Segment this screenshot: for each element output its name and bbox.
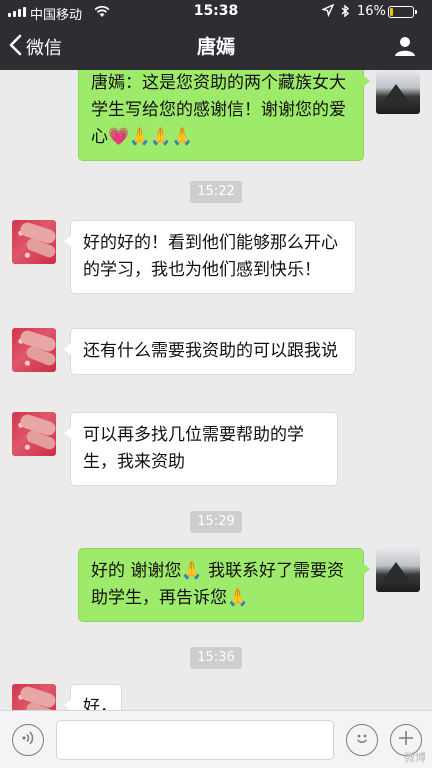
- plus-icon: [397, 729, 415, 751]
- voice-icon: [20, 730, 36, 750]
- location-icon: [320, 3, 335, 21]
- friend-message-bubble[interactable]: 可以再多找几位需要帮助的学生，我来资助: [64, 412, 338, 486]
- nav-bar: 微信 唐嫣: [0, 24, 432, 70]
- friend-message-bubble[interactable]: 还有什么需要我资助的可以跟我说: [64, 328, 356, 375]
- chat-info-button[interactable]: [394, 35, 416, 61]
- chat-title: 唐嫣: [196, 36, 235, 58]
- self-avatar[interactable]: [376, 548, 420, 592]
- friend-avatar[interactable]: [12, 412, 56, 456]
- voice-button[interactable]: [12, 724, 44, 756]
- chevron-left-icon: [8, 34, 26, 61]
- friend-avatar[interactable]: [12, 220, 56, 264]
- battery-percent: 16%: [357, 4, 386, 19]
- back-label: 微信: [26, 38, 62, 59]
- timestamp-text: 15:29: [190, 511, 242, 533]
- timestamp: 15:29: [0, 510, 432, 533]
- timestamp: 15:22: [0, 180, 432, 203]
- friend-avatar[interactable]: [12, 328, 56, 372]
- person-icon: [394, 37, 416, 61]
- timestamp-text: 15:36: [190, 647, 242, 669]
- emoji-button[interactable]: [346, 724, 378, 756]
- timestamp: 15:36: [0, 646, 432, 669]
- self-avatar[interactable]: [376, 70, 420, 114]
- input-bar: 微博: [0, 710, 432, 768]
- friend-avatar[interactable]: [12, 684, 56, 710]
- emoji-icon: [352, 728, 372, 752]
- friend-message-bubble[interactable]: 好，: [64, 684, 122, 710]
- self-message-bubble[interactable]: 好的 谢谢您🙏 我联系好了需要资助学生，再告诉您🙏: [78, 548, 370, 622]
- battery-icon: [388, 6, 417, 18]
- back-button[interactable]: 微信: [8, 24, 62, 70]
- watermark-text: 微博: [404, 751, 426, 764]
- friend-message-bubble[interactable]: 好的好的！看到他们能够那么开心的学习，我也为他们感到快乐！: [64, 220, 356, 294]
- bluetooth-icon: [340, 4, 350, 22]
- chat-history[interactable]: 唐嫣：这是您资助的两个藏族女大学生写给您的感谢信！谢谢您的爱心💗🙏🙏🙏 15:2…: [0, 70, 432, 710]
- self-message-bubble[interactable]: 唐嫣：这是您资助的两个藏族女大学生写给您的感谢信！谢谢您的爱心💗🙏🙏🙏: [78, 70, 370, 161]
- message-input[interactable]: [56, 720, 334, 760]
- timestamp-text: 15:22: [190, 181, 242, 203]
- status-bar: 中国移动 15:38 16%: [0, 0, 432, 24]
